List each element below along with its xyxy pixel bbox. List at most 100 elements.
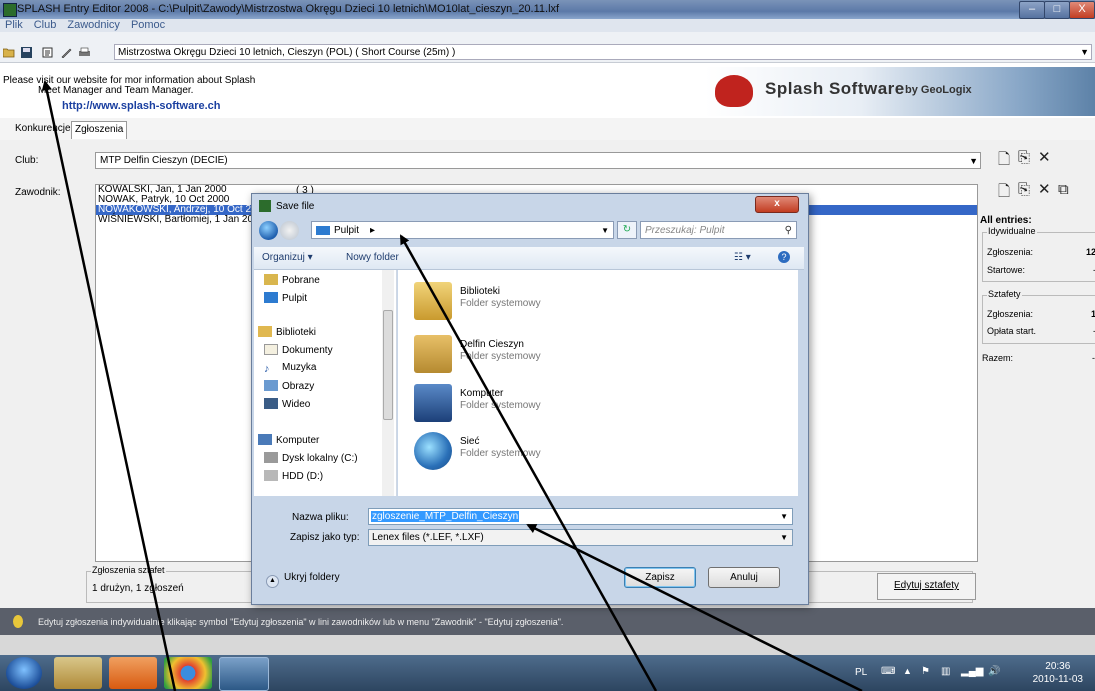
- relay-entries-value: 1: [1090, 309, 1095, 319]
- new-folder-button[interactable]: Nowy folder: [346, 252, 399, 263]
- nav-item-dokumenty[interactable]: Dokumenty: [264, 344, 333, 356]
- address-bar[interactable]: Pulpit ▸ ▼: [311, 221, 614, 239]
- meet-select[interactable]: Mistrzostwa Okręgu Dzieci 10 letnich, Ci…: [114, 44, 1092, 60]
- organize-button[interactable]: Organizuj ▾: [262, 252, 313, 263]
- minimize-button[interactable]: –: [1019, 1, 1045, 19]
- save-button[interactable]: Zapisz: [624, 567, 696, 588]
- filetype-select[interactable]: Lenex files (*.LEF, *.LXF) ▼: [368, 529, 793, 546]
- nav-item-pulpit[interactable]: Pulpit: [264, 292, 307, 304]
- nav-item-hdd-d[interactable]: HDD (D:): [264, 470, 323, 482]
- refresh-icon[interactable]: ↻: [617, 221, 637, 239]
- user-folder-icon: [414, 335, 452, 373]
- keyboard-icon[interactable]: ⌨: [881, 666, 895, 677]
- nav-item-biblioteki[interactable]: Biblioteki: [258, 326, 316, 338]
- tab-bar: Konkurencje Zgłoszenia: [0, 118, 1095, 141]
- delete-club-icon[interactable]: ✕: [1038, 148, 1051, 166]
- individual-group: Idywidualne Zgłoszenia: 12 Startowe: -: [982, 226, 1095, 282]
- volume-icon[interactable]: 🔊: [988, 666, 1000, 677]
- help-icon[interactable]: ?: [778, 251, 790, 263]
- window-title-bar: SPLASH Entry Editor 2008 - C:\Pulpit\Zaw…: [0, 0, 1095, 19]
- edit-icon[interactable]: [60, 47, 73, 58]
- save-icon[interactable]: [20, 47, 33, 58]
- chevron-up-icon: ▲: [266, 575, 279, 588]
- delete-swimmer-icon[interactable]: ✕: [1038, 180, 1051, 198]
- show-hidden-icons-icon[interactable]: ▲: [903, 666, 912, 676]
- app-icon: [3, 3, 17, 17]
- save-file-dialog: Save file x Pulpit ▸ ▼ ↻ Przeszukaj: Pul…: [251, 193, 809, 605]
- forward-arrow-icon[interactable]: [280, 221, 299, 240]
- dialog-toolbar: Organizuj ▾ Nowy folder ☷ ▾ ?: [254, 247, 804, 270]
- status-strip: [0, 635, 1095, 655]
- nav-item-label: Pulpit: [282, 293, 308, 304]
- chrome-taskbar-icon[interactable]: [164, 657, 212, 689]
- filetype-value: Lenex files (*.LEF, *.LXF): [372, 532, 484, 543]
- nav-item-wideo[interactable]: Wideo: [264, 398, 310, 410]
- chevron-down-icon[interactable]: ▼: [780, 509, 788, 524]
- tab-zgloszenia[interactable]: Zgłoszenia: [71, 121, 128, 139]
- filename-input[interactable]: zgloszenie_MTP_Delfin_Cieszyn ▼: [368, 508, 793, 525]
- website-link[interactable]: http://www.splash-software.ch: [62, 100, 221, 112]
- back-arrow-icon[interactable]: [259, 221, 278, 240]
- cancel-button[interactable]: Anuluj: [708, 567, 780, 588]
- menu-plik[interactable]: Plik: [5, 19, 23, 31]
- nav-item-pobrane[interactable]: Pobrane: [264, 274, 320, 286]
- nav-item-label: Komputer: [276, 435, 320, 446]
- nav-item-label: Biblioteki: [276, 327, 317, 338]
- network-icon[interactable]: ▥: [941, 666, 950, 677]
- drive-icon: [264, 452, 278, 463]
- edit-club-icon[interactable]: ⎘: [1018, 149, 1030, 166]
- filetype-label: Zapisz jako typ:: [290, 532, 360, 543]
- chevron-down-icon[interactable]: ▼: [601, 222, 609, 239]
- print-icon[interactable]: [78, 47, 91, 58]
- filename-label: Nazwa pliku:: [292, 512, 349, 523]
- nav-item-muzyka[interactable]: ♪ Muzyka: [264, 362, 316, 375]
- dialog-close-button[interactable]: x: [755, 196, 799, 213]
- file-item-type: Folder systemowy: [460, 448, 541, 459]
- media-player-taskbar-icon[interactable]: [109, 657, 157, 689]
- file-item-name: Delfin Cieszyn: [460, 339, 524, 350]
- individual-start-label: Startowe:: [987, 265, 1026, 275]
- splash-taskbar-icon[interactable]: [219, 657, 269, 691]
- relay-entries-text: 1 drużyn, 1 zgłoszeń: [92, 583, 184, 594]
- summary-title: All entries:: [980, 215, 1032, 226]
- start-button[interactable]: [6, 657, 42, 689]
- total-label: Razem:: [982, 353, 1014, 363]
- menu-club[interactable]: Club: [34, 19, 57, 31]
- club-select[interactable]: MTP Delfin Cieszyn (DECIE) ▼: [95, 152, 981, 169]
- edit-swimmer-icon[interactable]: ⎘: [1018, 181, 1030, 198]
- nav-item-label: Obrazy: [282, 381, 315, 392]
- address-text: Pulpit: [334, 225, 360, 236]
- properties-icon[interactable]: [42, 47, 55, 58]
- relay-entries-label: Zgłoszenia:: [987, 309, 1034, 319]
- signal-icon[interactable]: ▂▄▆: [961, 666, 983, 677]
- explorer-taskbar-icon[interactable]: [54, 657, 102, 689]
- video-icon: [264, 398, 278, 409]
- edit-entries-icon[interactable]: ⧉: [1058, 181, 1069, 198]
- flag-icon[interactable]: ⚑: [921, 666, 930, 677]
- nav-item-dysk-c[interactable]: Dysk lokalny (C:): [264, 452, 358, 464]
- edit-relays-button[interactable]: Edytuj sztafety: [877, 573, 976, 600]
- menu-pomoc[interactable]: Pomoc: [131, 19, 165, 31]
- close-button[interactable]: X: [1069, 1, 1095, 19]
- language-indicator[interactable]: PL: [855, 667, 867, 678]
- maximize-button[interactable]: □: [1044, 1, 1070, 19]
- individual-entries-label: Zgłoszenia:: [987, 247, 1034, 257]
- new-club-icon[interactable]: 🗋: [998, 149, 1010, 174]
- navigation-scrollbar[interactable]: [382, 270, 394, 496]
- clock[interactable]: 20:36 2010-11-03: [1033, 660, 1083, 686]
- nav-item-label: Wideo: [282, 399, 311, 410]
- hide-folders-toggle[interactable]: ▲ Ukryj foldery: [266, 572, 340, 588]
- libraries-icon: [258, 326, 272, 337]
- search-input[interactable]: Przeszukaj: Pulpit ⚲: [640, 221, 797, 239]
- nav-item-komputer[interactable]: Komputer: [258, 434, 319, 446]
- desktop-icon: [264, 292, 278, 303]
- lightbulb-icon: [13, 615, 23, 628]
- file-item-name: Sieć: [460, 436, 480, 447]
- view-options-icon[interactable]: ☷ ▾: [734, 252, 751, 263]
- new-swimmer-icon[interactable]: 🗋: [998, 181, 1010, 206]
- open-folder-icon[interactable]: [3, 47, 16, 58]
- nav-item-obrazy[interactable]: Obrazy: [264, 380, 314, 392]
- menu-zawodnicy[interactable]: Zawodnicy: [67, 19, 120, 31]
- scrollbar-thumb[interactable]: [383, 310, 393, 420]
- tab-konkurencje[interactable]: Konkurencje: [12, 121, 74, 138]
